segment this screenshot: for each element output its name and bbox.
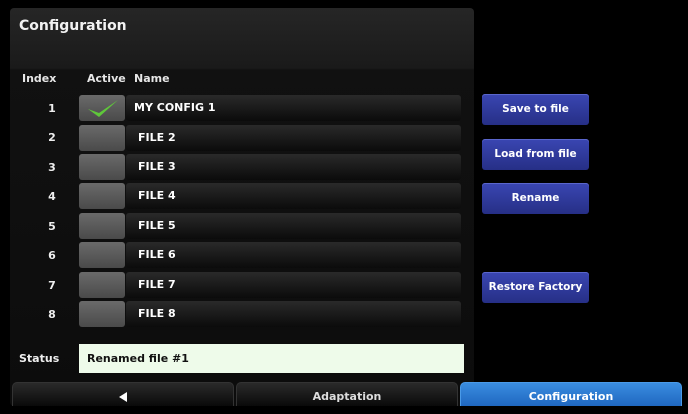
config-name-field[interactable]: FILE 2 — [126, 125, 461, 151]
row-index: 8 — [48, 308, 56, 321]
config-name-field[interactable]: FILE 8 — [126, 301, 461, 327]
rename-button[interactable]: Rename — [482, 183, 589, 214]
active-checkbox[interactable] — [79, 183, 125, 209]
row-index: 6 — [48, 249, 56, 262]
row-index: 3 — [48, 161, 56, 174]
column-header-active: Active — [87, 72, 126, 85]
back-arrow-icon — [119, 392, 127, 402]
config-name-field[interactable]: FILE 7 — [126, 272, 461, 298]
active-checkbox[interactable] — [79, 154, 125, 180]
config-name-field[interactable]: MY CONFIG 1 — [126, 95, 461, 121]
status-message: Renamed file #1 — [79, 344, 464, 373]
tab-adaptation[interactable]: Adaptation — [236, 382, 458, 406]
active-checkbox[interactable] — [79, 213, 125, 239]
column-header-name: Name — [134, 72, 170, 85]
row-index: 7 — [48, 279, 56, 292]
load-from-file-button[interactable]: Load from file — [482, 139, 589, 170]
active-checkbox[interactable] — [79, 242, 125, 268]
tab-configuration[interactable]: Configuration — [460, 382, 682, 406]
config-name-field[interactable]: FILE 4 — [126, 183, 461, 209]
row-index: 5 — [48, 220, 56, 233]
row-index: 2 — [48, 131, 56, 144]
restore-factory-button[interactable]: Restore Factory — [482, 272, 589, 303]
back-tab[interactable] — [12, 382, 234, 406]
row-index: 4 — [48, 190, 56, 203]
page-title: Configuration — [19, 18, 127, 34]
active-checkbox[interactable] — [79, 95, 125, 121]
status-label: Status — [19, 352, 60, 365]
config-name-field[interactable]: FILE 5 — [126, 213, 461, 239]
active-checkbox[interactable] — [79, 301, 125, 327]
column-header-index: Index — [22, 72, 57, 85]
checkmark-icon — [88, 100, 118, 117]
row-index: 1 — [48, 102, 56, 115]
active-checkbox[interactable] — [79, 125, 125, 151]
save-to-file-button[interactable]: Save to file — [482, 94, 589, 125]
config-name-field[interactable]: FILE 6 — [126, 242, 461, 268]
active-checkbox[interactable] — [79, 272, 125, 298]
config-name-field[interactable]: FILE 3 — [126, 154, 461, 180]
